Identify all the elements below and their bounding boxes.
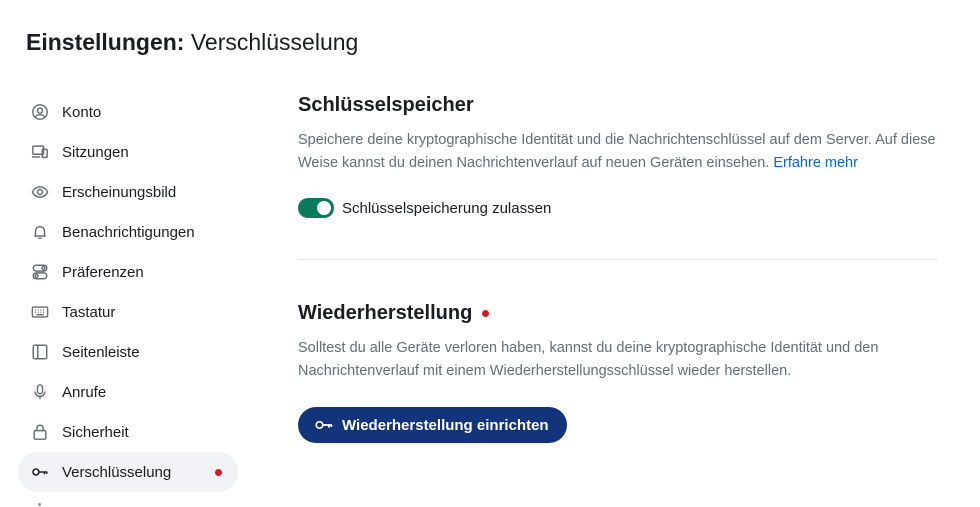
setup-recovery-button[interactable]: Wiederherstellung einrichten [298, 407, 567, 443]
sidebar-item-praeferenzen[interactable]: Präferenzen [18, 252, 238, 292]
sidebar-icon [30, 342, 50, 362]
microphone-icon [30, 382, 50, 402]
recovery-section: Wiederherstellung Solltest du alle Gerät… [298, 300, 938, 443]
page-title: Einstellungen: Verschlüsselung [26, 27, 358, 57]
learn-more-link[interactable]: Erfahre mehr [773, 155, 858, 171]
sidebar-item-sitzungen[interactable]: Sitzungen [18, 132, 238, 172]
lock-icon [30, 422, 50, 442]
preferences-icon [30, 262, 50, 282]
sidebar-overflow-indicator [38, 503, 41, 506]
eye-icon [30, 182, 50, 202]
key-storage-toggle-label: Schlüsselspeicherung zulassen [342, 199, 552, 217]
sidebar-item-label: Verschlüsselung [62, 463, 172, 481]
sidebar-item-label: Tastatur [62, 303, 116, 321]
alert-dot [482, 309, 490, 317]
page-title-section: Verschlüsselung [190, 29, 359, 55]
key-icon [30, 462, 50, 482]
sidebar-item-label: Erscheinungsbild [62, 183, 177, 201]
sidebar-item-konto[interactable]: Konto [18, 92, 238, 132]
sidebar-item-label: Seitenleiste [62, 343, 140, 361]
sidebar-item-verschluesselung[interactable]: Verschlüsselung [18, 452, 238, 492]
sidebar-item-tastatur[interactable]: Tastatur [18, 292, 238, 332]
section-divider [298, 259, 938, 260]
sidebar-item-erscheinungsbild[interactable]: Erscheinungsbild [18, 172, 238, 212]
key-storage-title: Schlüsselspeicher [298, 92, 938, 118]
devices-icon [30, 142, 50, 162]
recovery-description: Solltest du alle Geräte verloren haben, … [298, 340, 879, 379]
page-title-prefix: Einstellungen: [26, 29, 185, 55]
sidebar-item-seitenleiste[interactable]: Seitenleiste [18, 332, 238, 372]
sidebar-item-label: Präferenzen [62, 263, 144, 281]
sidebar-item-label: Sicherheit [62, 423, 129, 441]
key-storage-toggle[interactable] [298, 198, 334, 218]
sidebar-item-label: Sitzungen [62, 143, 129, 161]
sidebar-item-sicherheit[interactable]: Sicherheit [18, 412, 238, 452]
recovery-title-text: Wiederherstellung [298, 302, 473, 324]
key-icon [314, 415, 334, 435]
sidebar-item-label: Benachrichtigungen [62, 223, 195, 241]
settings-content: Schlüsselspeicher Speichere deine krypto… [298, 92, 938, 443]
recovery-title: Wiederherstellung [298, 300, 938, 326]
key-storage-section: Schlüsselspeicher Speichere deine krypto… [298, 92, 938, 218]
toggle-knob [317, 201, 331, 215]
key-storage-description: Speichere deine kryptographische Identit… [298, 129, 938, 174]
bell-icon [30, 222, 50, 242]
setup-recovery-button-label: Wiederherstellung einrichten [342, 416, 549, 434]
sidebar-item-anrufe[interactable]: Anrufe [18, 372, 238, 412]
keyboard-icon [30, 302, 50, 322]
user-circle-icon [30, 102, 50, 122]
key-storage-title-text: Schlüsselspeicher [298, 94, 474, 116]
sidebar-item-label: Konto [62, 103, 102, 121]
key-storage-toggle-row: Schlüsselspeicherung zulassen [298, 198, 938, 218]
settings-sidebar: Konto Sitzungen Erscheinungsbild Benachr… [18, 92, 238, 492]
sidebar-item-benachrichtigungen[interactable]: Benachrichtigungen [18, 212, 238, 252]
alert-dot [215, 469, 222, 476]
sidebar-item-label: Anrufe [62, 383, 107, 401]
